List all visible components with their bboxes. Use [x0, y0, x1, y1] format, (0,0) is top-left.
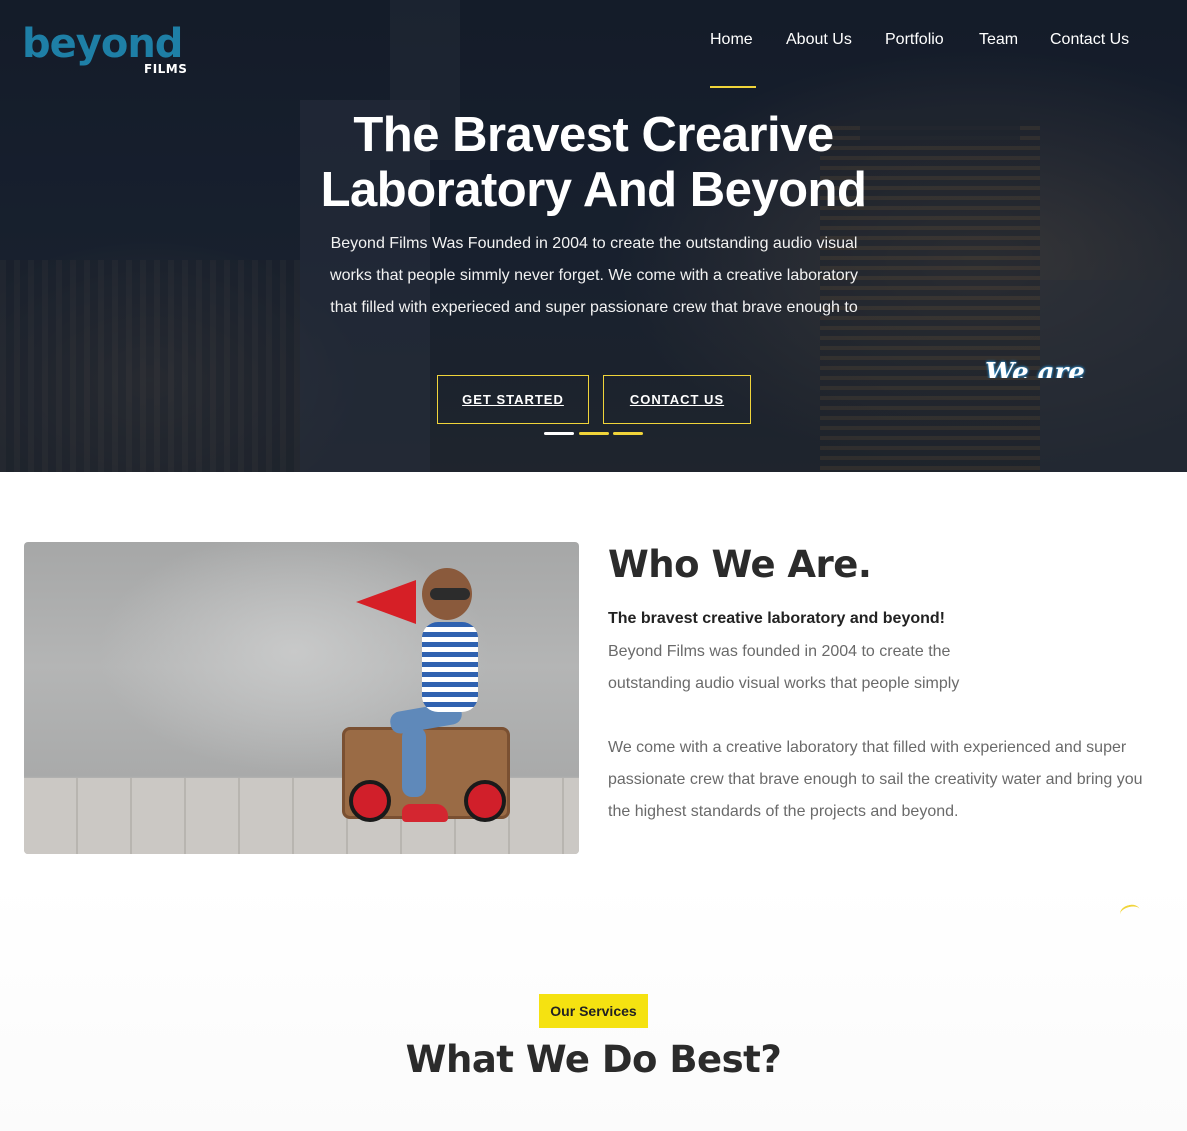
- who-we-are-paragraph-1: Beyond Films was founded in 2004 to crea…: [608, 643, 960, 692]
- hero-title: The Bravest Crearive Laboratory And Beyo…: [0, 108, 1187, 218]
- nav-active-indicator: [710, 86, 756, 88]
- who-we-are-image: [24, 542, 579, 854]
- nav-portfolio[interactable]: Portfolio: [885, 30, 944, 50]
- hero-overlay-text-content: We are: [985, 358, 1085, 378]
- services-title: What We Do Best?: [405, 1038, 782, 1081]
- hero-overlay-text: We are: [985, 356, 1125, 378]
- shoe-illustration: [402, 804, 448, 822]
- nav-contact-us[interactable]: Contact Us: [1050, 30, 1129, 50]
- megaphone-icon: [356, 580, 416, 624]
- who-we-are-title: Who We Are.: [608, 543, 872, 586]
- logo-subtitle: FILMS: [144, 62, 188, 76]
- nav-about-us[interactable]: About Us: [786, 30, 852, 50]
- slide-indicator-2[interactable]: [579, 432, 609, 435]
- hero-title-line1: The Bravest Crearive: [353, 108, 834, 162]
- slide-indicator-3[interactable]: [613, 432, 643, 435]
- main-nav: Home About Us Portfolio Team Contact Us: [0, 30, 1187, 88]
- hero-title-line2: Laboratory And Beyond: [320, 163, 867, 217]
- hero-description: Beyond Films Was Founded in 2004 to crea…: [330, 235, 858, 316]
- hero-section: beyond FILMS Home About Us Portfolio Tea…: [0, 0, 1187, 472]
- who-we-are-paragraph-2: We come with a creative laboratory that …: [608, 739, 1143, 820]
- services-badge: Our Services: [539, 994, 648, 1028]
- slider-indicators: [0, 432, 1187, 436]
- wheel-illustration: [464, 780, 506, 822]
- get-started-button[interactable]: GET STARTED: [437, 375, 589, 424]
- wheel-illustration: [349, 780, 391, 822]
- child-shin-illustration: [402, 727, 426, 797]
- striped-shirt-illustration: [422, 622, 478, 712]
- nav-team[interactable]: Team: [979, 30, 1018, 50]
- nav-home[interactable]: Home: [710, 30, 753, 50]
- contact-us-button[interactable]: CONTACT US: [603, 375, 751, 424]
- goggles-illustration: [430, 588, 470, 600]
- slide-indicator-1[interactable]: [544, 432, 574, 435]
- who-we-are-subtitle: The bravest creative laboratory and beyo…: [608, 610, 945, 627]
